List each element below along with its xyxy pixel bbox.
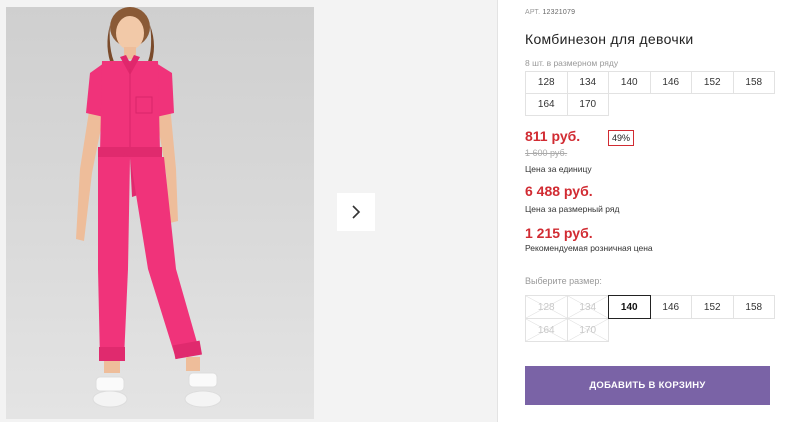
size-option-152[interactable]: 152 <box>691 295 734 319</box>
retail-price: 1 215 руб. <box>525 225 593 241</box>
discount-badge: 49% <box>608 130 635 146</box>
product-info-panel: АРТ. 12321079 Комбинезон для девочки 8 ш… <box>525 0 775 422</box>
size-option-140[interactable]: 140 <box>608 295 651 319</box>
product-photo <box>6 7 314 419</box>
size-option-158[interactable]: 158 <box>732 295 775 319</box>
size-option-128: 128 <box>525 295 568 319</box>
article-number: АРТ. 12321079 <box>525 9 575 16</box>
article-label: АРТ. <box>525 9 541 16</box>
size-row-cell: 134 <box>566 71 609 94</box>
unit-price: 811 руб. <box>525 128 581 144</box>
size-option-170: 170 <box>566 318 609 342</box>
size-row-cell: 170 <box>566 93 609 116</box>
size-option-134: 134 <box>566 295 609 319</box>
choose-size-label: Выберите размер: <box>525 276 602 286</box>
size-row-cell: 158 <box>732 71 775 94</box>
retail-price-label: Рекомендуемая розничная цена <box>525 243 653 253</box>
size-row-cell: 128 <box>525 71 568 94</box>
size-row-price-label: Цена за размерный ряд <box>525 204 620 214</box>
size-row-cell: 140 <box>608 71 651 94</box>
size-row-price: 6 488 руб. <box>525 183 593 199</box>
girl-in-jumpsuit-image <box>76 7 222 408</box>
unit-price-label: Цена за единицу <box>525 164 592 174</box>
chevron-right-icon <box>352 205 361 219</box>
old-price: 1 600 руб. <box>525 148 568 158</box>
panel-divider <box>497 0 498 422</box>
size-option-164: 164 <box>525 318 568 342</box>
add-to-cart-button[interactable]: ДОБАВИТЬ В КОРЗИНУ <box>525 366 770 405</box>
product-title: Комбинезон для девочки <box>525 31 694 47</box>
size-option-146[interactable]: 146 <box>649 295 692 319</box>
next-image-button[interactable] <box>337 193 375 231</box>
size-row-cell: 164 <box>525 93 568 116</box>
size-row-grid: 128 134 140 146 152 158 164 170 <box>525 71 775 116</box>
size-row-cell: 146 <box>649 71 692 94</box>
size-row-cell: 152 <box>691 71 734 94</box>
article-value: 12321079 <box>542 9 576 16</box>
size-row-quantity-note: 8 шт. в размерном ряду <box>525 58 619 68</box>
product-gallery <box>0 0 497 422</box>
size-picker: 128 134 140 146 152 158 164 170 <box>525 295 775 342</box>
